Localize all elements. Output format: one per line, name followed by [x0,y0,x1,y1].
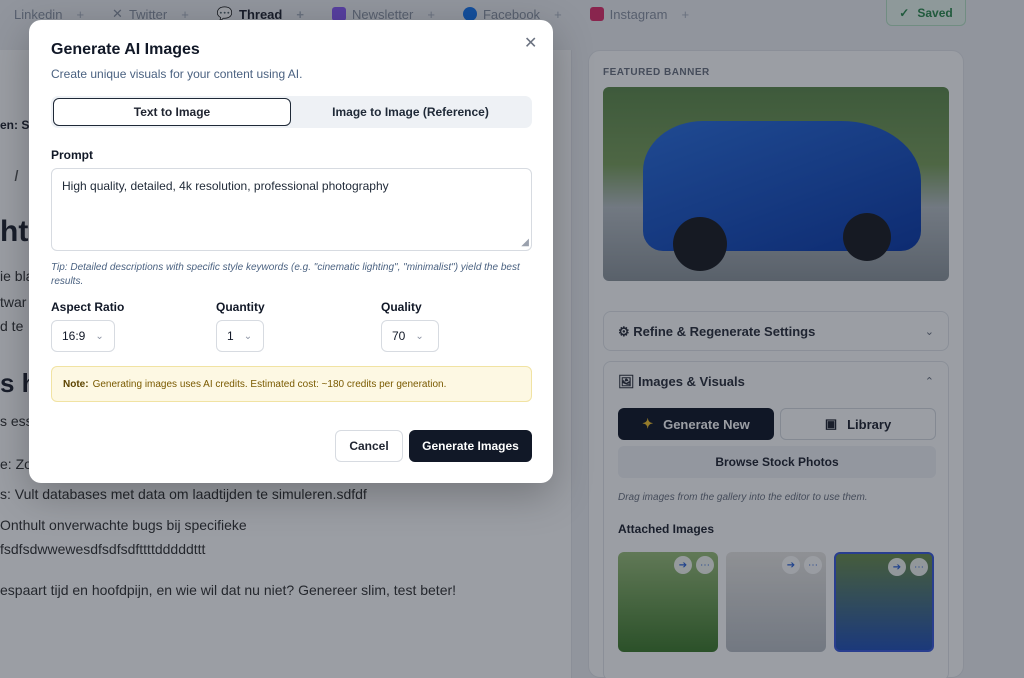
modal-subtitle: Create unique visuals for your content u… [51,67,303,81]
mode-segmented-control: Text to Image Image to Image (Reference) [51,96,532,128]
quantity-select[interactable]: 1 ⌄ [216,320,264,352]
tab-image-to-image[interactable]: Image to Image (Reference) [291,98,530,126]
quality-label: Quality [381,300,422,314]
note-bold: Note: [63,378,89,390]
close-icon[interactable]: ✕ [524,33,537,53]
quality-value: 70 [392,329,406,343]
quantity-value: 1 [227,329,234,343]
aspect-ratio-value: 16:9 [62,329,86,343]
generate-images-button[interactable]: Generate Images [409,430,532,462]
prompt-input[interactable]: High quality, detailed, 4k resolution, p… [51,168,532,251]
prompt-tip: Tip: Detailed descriptions with specific… [51,262,520,287]
credits-note: Note: Generating images uses AI credits. … [51,366,532,402]
generate-images-modal: Generate AI Images Create unique visuals… [29,20,553,483]
cancel-button[interactable]: Cancel [335,430,403,462]
chevron-down-icon: ⌄ [415,330,424,342]
quality-select[interactable]: 70 ⌄ [381,320,439,352]
tab-text-to-image[interactable]: Text to Image [53,98,291,126]
prompt-label: Prompt [51,148,93,162]
note-text: Generating images uses AI credits. Estim… [92,378,447,390]
chevron-down-icon: ⌄ [95,330,104,342]
prompt-value: High quality, detailed, 4k resolution, p… [62,179,389,193]
chevron-down-icon: ⌄ [243,330,253,342]
resize-handle-icon[interactable]: ◢ [521,237,529,248]
modal-title: Generate AI Images [51,41,200,58]
aspect-ratio-select[interactable]: 16:9 ⌄ [51,320,115,352]
aspect-ratio-label: Aspect Ratio [51,300,125,314]
quantity-label: Quantity [216,300,265,314]
